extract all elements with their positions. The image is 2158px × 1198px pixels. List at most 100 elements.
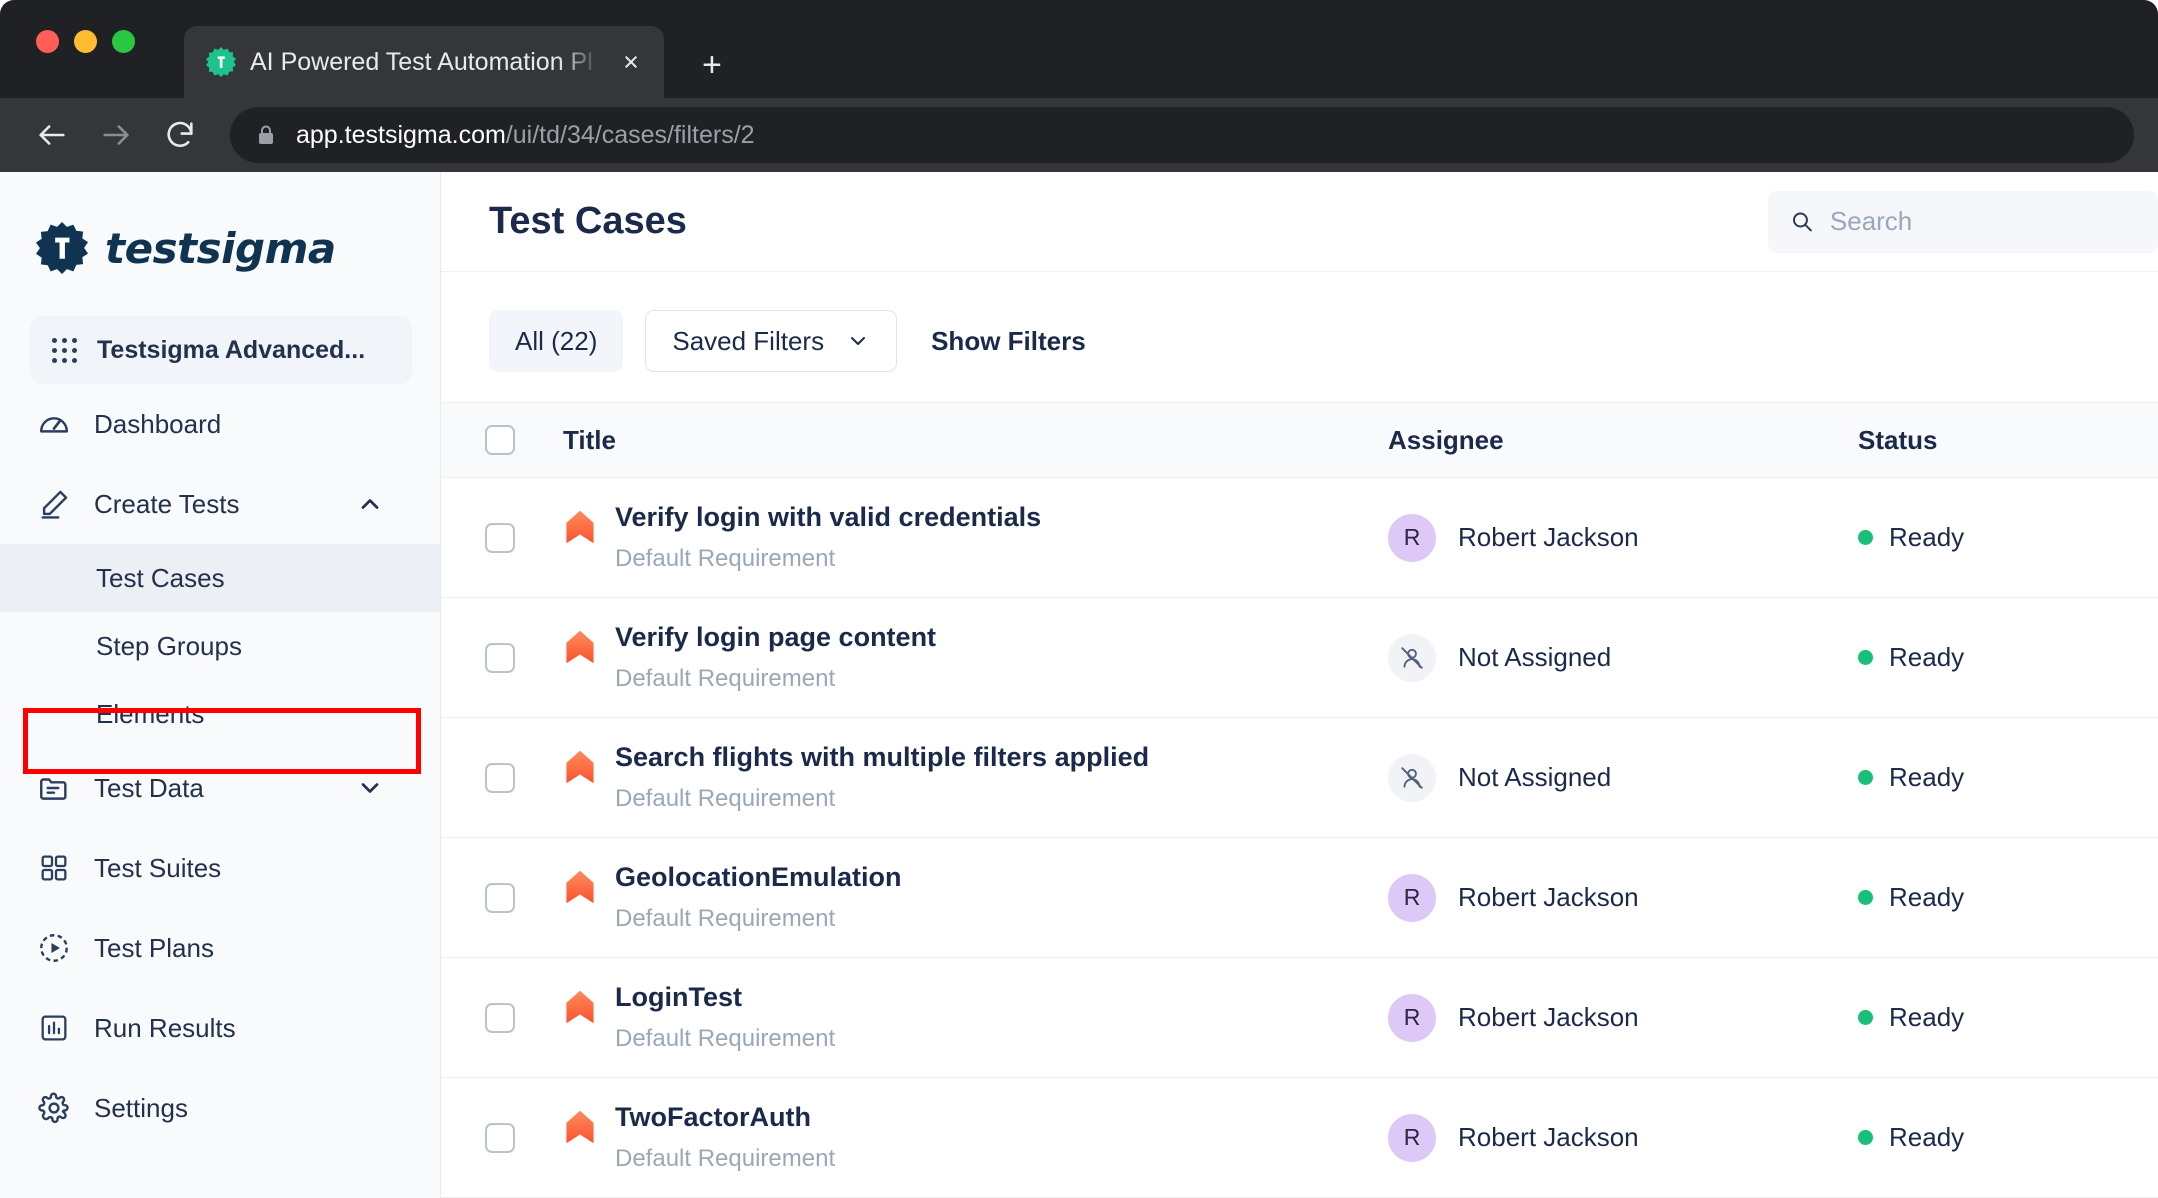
new-tab-button[interactable]: + — [702, 48, 722, 82]
priority-high-chevron-icon — [563, 982, 615, 1026]
testsigma-logo-icon — [36, 222, 88, 274]
priority-high-chevron-icon — [563, 862, 615, 906]
test-case-title[interactable]: Verify login page content — [615, 622, 936, 653]
minimize-window-button[interactable] — [74, 30, 97, 53]
sidebar-item-label: Dashboard — [94, 408, 222, 439]
sidebar-item-create-tests[interactable]: Create Tests — [0, 464, 440, 544]
row-checkbox[interactable] — [485, 882, 515, 913]
show-filters-button[interactable]: Show Filters — [919, 310, 1112, 372]
assignee-cell[interactable]: Not Assigned — [1388, 753, 1858, 802]
maximize-window-button[interactable] — [112, 30, 135, 53]
row-checkbox[interactable] — [485, 762, 515, 793]
status-label: Ready — [1889, 882, 1965, 912]
assignee-cell[interactable]: R Robert Jackson — [1388, 513, 1858, 562]
speedometer-icon — [36, 406, 72, 442]
status-cell[interactable]: Ready — [1858, 1122, 2158, 1153]
status-cell[interactable]: Ready — [1858, 522, 2158, 553]
browser-tab[interactable]: AI Powered Test Automation Pl × — [184, 26, 664, 98]
row-checkbox[interactable] — [485, 1002, 515, 1033]
back-button[interactable] — [22, 107, 82, 163]
project-selector[interactable]: Testsigma Advanced... — [30, 316, 412, 384]
title-cell: Verify login page content Default Requir… — [559, 622, 1388, 693]
chevron-up-icon[interactable] — [356, 490, 384, 518]
search-box[interactable] — [1768, 190, 2158, 253]
sidebar-subitem-label: Step Groups — [96, 630, 242, 661]
title-cell: Search flights with multiple filters app… — [559, 742, 1388, 813]
close-window-button[interactable] — [36, 30, 59, 53]
sidebar-item-dashboard[interactable]: Dashboard — [0, 384, 440, 464]
sidebar: testsigma Testsigma Advanced... Dashboar… — [0, 172, 441, 1198]
assignee-name: Not Assigned — [1458, 642, 1612, 672]
status-cell[interactable]: Ready — [1858, 642, 2158, 673]
title-cell: LoginTest Default Requirement — [559, 982, 1388, 1053]
test-case-requirement: Default Requirement — [615, 785, 836, 812]
table-row[interactable]: LoginTest Default Requirement R Robert J… — [441, 958, 2158, 1078]
table-row[interactable]: Verify login with valid credentials Defa… — [441, 478, 2158, 598]
table-row[interactable]: GeolocationEmulation Default Requirement… — [441, 838, 2158, 958]
row-checkbox[interactable] — [485, 522, 515, 553]
reload-button[interactable] — [150, 107, 210, 163]
row-checkbox[interactable] — [485, 642, 515, 673]
column-header-status[interactable]: Status — [1858, 425, 2158, 456]
play-circle-icon — [36, 930, 72, 966]
assignee-cell[interactable]: R Robert Jackson — [1388, 993, 1858, 1042]
app-root: testsigma Testsigma Advanced... Dashboar… — [0, 172, 2158, 1198]
filter-bar: All (22) Saved Filters Show Filters — [441, 272, 2158, 402]
chevron-down-icon[interactable] — [356, 774, 384, 802]
test-case-title[interactable]: Search flights with multiple filters app… — [615, 742, 1149, 773]
test-case-requirement: Default Requirement — [615, 905, 836, 932]
title-cell: GeolocationEmulation Default Requirement — [559, 862, 1388, 933]
not-assigned-icon — [1388, 753, 1436, 802]
sidebar-subitem-label: Test Cases — [96, 562, 225, 593]
sidebar-item-test-plans[interactable]: Test Plans — [0, 908, 440, 988]
sidebar-item-test-suites[interactable]: Test Suites — [0, 828, 440, 908]
address-bar[interactable]: app.testsigma.com/ui/td/34/cases/filters… — [230, 107, 2134, 163]
assignee-name: Not Assigned — [1458, 762, 1612, 792]
row-select-cell — [441, 882, 559, 913]
saved-filters-label: Saved Filters — [672, 325, 825, 356]
select-all-checkbox[interactable] — [485, 425, 515, 455]
test-case-title[interactable]: TwoFactorAuth — [615, 1102, 835, 1133]
assignee-cell[interactable]: Not Assigned — [1388, 633, 1858, 682]
sidebar-subitem-label: Elements — [96, 698, 205, 729]
assignee-cell[interactable]: R Robert Jackson — [1388, 1113, 1858, 1162]
status-indicator-dot — [1858, 650, 1873, 665]
sidebar-item-test-data[interactable]: Test Data — [0, 748, 440, 828]
saved-filters-dropdown[interactable]: Saved Filters — [645, 310, 898, 372]
status-indicator-dot — [1858, 890, 1873, 905]
browser-toolbar: app.testsigma.com/ui/td/34/cases/filters… — [0, 98, 2158, 172]
priority-high-chevron-icon — [563, 622, 615, 666]
status-label: Ready — [1889, 1122, 1965, 1152]
row-checkbox[interactable] — [485, 1122, 515, 1153]
sidebar-item-elements[interactable]: Elements — [0, 680, 440, 748]
assignee-name: Robert Jackson — [1458, 882, 1639, 912]
status-cell[interactable]: Ready — [1858, 1002, 2158, 1033]
tab-close-icon[interactable]: × — [614, 48, 648, 76]
forward-button[interactable] — [86, 107, 146, 163]
assignee-cell[interactable]: R Robert Jackson — [1388, 873, 1858, 922]
status-cell[interactable]: Ready — [1858, 882, 2158, 913]
test-case-title[interactable]: GeolocationEmulation — [615, 862, 902, 893]
url-domain: app.testsigma.com — [296, 120, 506, 149]
gear-icon — [36, 1090, 72, 1126]
column-header-assignee[interactable]: Assignee — [1388, 425, 1858, 456]
sidebar-item-step-groups[interactable]: Step Groups — [0, 612, 440, 680]
sidebar-item-settings[interactable]: Settings — [0, 1068, 440, 1148]
status-cell[interactable]: Ready — [1858, 762, 2158, 793]
column-header-title[interactable]: Title — [559, 425, 1388, 456]
table-row[interactable]: Verify login page content Default Requir… — [441, 598, 2158, 718]
test-case-title[interactable]: LoginTest — [615, 982, 835, 1013]
table-row[interactable]: TwoFactorAuth Default Requirement R Robe… — [441, 1078, 2158, 1198]
sidebar-item-test-cases[interactable]: Test Cases — [0, 544, 440, 612]
test-case-requirement: Default Requirement — [615, 1025, 836, 1052]
show-filters-label: Show Filters — [931, 325, 1086, 356]
sidebar-item-run-results[interactable]: Run Results — [0, 988, 440, 1068]
row-select-cell — [441, 1002, 559, 1033]
brand-logo[interactable]: testsigma — [0, 206, 440, 290]
test-case-title[interactable]: Verify login with valid credentials — [615, 502, 1041, 533]
table-row[interactable]: Search flights with multiple filters app… — [441, 718, 2158, 838]
search-input[interactable] — [1829, 206, 2136, 237]
filter-all-button[interactable]: All (22) — [489, 310, 624, 372]
page-title: Test Cases — [489, 200, 687, 242]
chevron-down-icon — [851, 337, 866, 345]
